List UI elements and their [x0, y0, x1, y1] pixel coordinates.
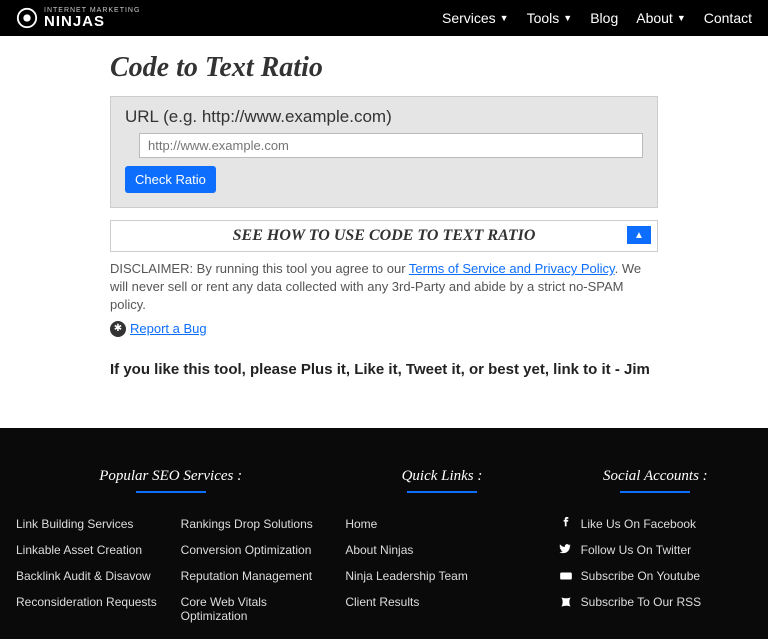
check-ratio-button[interactable]: Check Ratio	[125, 166, 216, 193]
nav-contact[interactable]: Contact	[704, 10, 752, 26]
footer-link[interactable]: Subscribe On Youtube	[559, 563, 752, 589]
nav-tools[interactable]: Tools▼	[527, 10, 573, 26]
footer-link[interactable]: Rankings Drop Solutions	[181, 511, 326, 537]
bug-icon: ✱	[110, 321, 126, 337]
youtube-icon	[559, 569, 573, 583]
footer-heading-quick: Quick Links :	[345, 468, 538, 485]
collapse-toggle[interactable]: ▲	[627, 226, 651, 244]
share-cta: If you like this tool, please Plus it, L…	[110, 361, 658, 378]
ninja-icon	[16, 7, 38, 29]
footer-link[interactable]: Linkable Asset Creation	[16, 537, 161, 563]
url-input[interactable]	[139, 133, 643, 158]
twitter-icon	[559, 543, 573, 557]
chevron-down-icon: ▼	[500, 13, 509, 23]
howto-text: SEE HOW TO USE CODE TO TEXT RATIO	[233, 227, 536, 245]
footer-link[interactable]: Client Results	[345, 589, 538, 615]
rss-icon	[559, 595, 573, 609]
footer-link[interactable]: Conversion Optimization	[181, 537, 326, 563]
chevron-down-icon: ▼	[563, 13, 572, 23]
terms-link[interactable]: Terms of Service and Privacy Policy	[409, 261, 615, 276]
chevron-down-icon: ▼	[677, 13, 686, 23]
page-title: Code to Text Ratio	[110, 52, 658, 84]
footer-link[interactable]: Follow Us On Twitter	[559, 537, 752, 563]
report-bug-link[interactable]: Report a Bug	[130, 321, 207, 336]
footer-link[interactable]: Ninja Leadership Team	[345, 563, 538, 589]
tool-form: URL (e.g. http://www.example.com) Check …	[110, 96, 658, 208]
chevron-up-icon: ▲	[634, 230, 644, 241]
footer-link[interactable]: Reconsideration Requests	[16, 589, 161, 615]
footer-link[interactable]: Subscribe To Our RSS	[559, 589, 752, 615]
footer-link[interactable]: Link Building Services	[16, 511, 161, 537]
nav-blog[interactable]: Blog	[590, 10, 618, 26]
footer-heading-social: Social Accounts :	[559, 468, 752, 485]
footer-link[interactable]: Backlink Audit & Disavow	[16, 563, 161, 589]
footer-link[interactable]: About Ninjas	[345, 537, 538, 563]
footer-link[interactable]: Like Us On Facebook	[559, 511, 752, 537]
footer-heading-seo: Popular SEO Services :	[16, 468, 325, 485]
footer-link[interactable]: Core Web Vitals Optimization	[181, 589, 326, 629]
nav-about[interactable]: About▼	[636, 10, 686, 26]
disclaimer-text: DISCLAIMER: By running this tool you agr…	[110, 260, 658, 315]
footer-link[interactable]: Home	[345, 511, 538, 537]
nav-services[interactable]: Services▼	[442, 10, 509, 26]
footer-link[interactable]: Reputation Management	[181, 563, 326, 589]
brand-logo[interactable]: INTERNET MARKETING NINJAS	[16, 7, 140, 29]
facebook-icon	[559, 517, 573, 531]
brand-name: NINJAS	[44, 14, 140, 29]
howto-bar[interactable]: SEE HOW TO USE CODE TO TEXT RATIO ▲	[110, 220, 658, 252]
url-label: URL (e.g. http://www.example.com)	[125, 107, 643, 127]
